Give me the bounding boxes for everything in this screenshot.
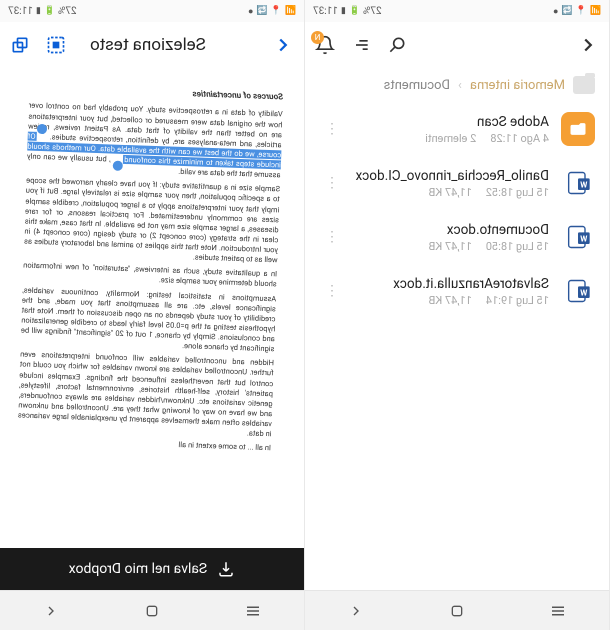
search-icon[interactable] bbox=[387, 35, 407, 55]
download-icon bbox=[217, 560, 235, 578]
breadcrumb[interactable]: Memoria interna › Documents bbox=[305, 68, 609, 102]
location-icon: 📍 bbox=[576, 6, 587, 16]
battery-text: 27% bbox=[58, 6, 77, 17]
doc-paragraph[interactable]: Hidden and uncontrolled variables will c… bbox=[17, 350, 274, 440]
nav-home-button[interactable] bbox=[437, 603, 477, 619]
copy-icon[interactable] bbox=[10, 35, 30, 55]
toolbar-title: Seleziona testo bbox=[82, 35, 256, 55]
wifi-icon: 📶 bbox=[285, 6, 296, 16]
file-size: 11,47 KB bbox=[428, 240, 471, 253]
docx-icon: W bbox=[561, 166, 595, 200]
system-nav-bar bbox=[0, 590, 304, 630]
sort-icon[interactable] bbox=[351, 35, 371, 55]
more-icon[interactable]: ⋮ bbox=[323, 229, 339, 245]
save-to-dropbox-button[interactable]: Salva nel mio Dropbox bbox=[0, 548, 304, 590]
more-icon[interactable]: ⋮ bbox=[323, 283, 339, 299]
battery-icon: 🔋 bbox=[44, 6, 55, 16]
docx-icon: W bbox=[561, 220, 595, 254]
select-all-icon[interactable] bbox=[46, 35, 66, 55]
signal-icon: ▮ bbox=[341, 6, 346, 16]
system-nav-bar bbox=[305, 590, 609, 630]
nav-recent-button[interactable] bbox=[538, 602, 578, 620]
svg-text:W: W bbox=[580, 288, 587, 298]
list-item[interactable]: W Danilo_Recchia_rinnovo_CI.docx 15 Lug … bbox=[309, 156, 609, 210]
file-date: 15 Lug 18:50 bbox=[486, 240, 549, 253]
nav-back-button[interactable] bbox=[336, 603, 376, 619]
file-size: 2 elementi bbox=[425, 132, 476, 145]
nav-home-button[interactable] bbox=[132, 603, 172, 619]
file-name: Documento.docx bbox=[351, 222, 549, 238]
chevron-right-icon: › bbox=[458, 78, 462, 93]
notification-badge: N bbox=[311, 31, 324, 44]
doc-paragraph[interactable]: Validity of data in a retrospective stud… bbox=[26, 101, 282, 181]
battery-text: 27% bbox=[363, 6, 382, 17]
document-viewer[interactable]: Sources of uncertainties Validity of dat… bbox=[0, 68, 304, 590]
list-item[interactable]: W SalvatoreAranzulla.it.docx 15 Lug 19:1… bbox=[309, 264, 609, 318]
breadcrumb-root[interactable]: Memoria interna bbox=[470, 78, 565, 93]
file-date: 15 Lug 19:14 bbox=[486, 294, 549, 307]
notifications-icon[interactable]: N bbox=[315, 35, 335, 55]
status-bar: 📶 📍 🔄 ● 27% 🔋 ▮ 11:37 bbox=[0, 0, 304, 22]
file-date: 4 Ago 11:28 bbox=[490, 132, 549, 145]
selection-handle-start[interactable] bbox=[37, 124, 47, 134]
svg-text:W: W bbox=[580, 234, 587, 244]
folder-icon bbox=[561, 112, 595, 146]
phone-left: 📶 📍 🔄 ● 27% 🔋 ▮ 11:37 Seleziona testo So… bbox=[0, 0, 305, 630]
notif-icon: ● bbox=[248, 6, 253, 17]
notif-icon: ● bbox=[553, 6, 558, 17]
save-label: Salva nel mio Dropbox bbox=[69, 561, 208, 577]
file-list[interactable]: Adobe Scan 4 Ago 11:28 2 elementi ⋮ W Da… bbox=[305, 102, 609, 590]
location-icon: 📍 bbox=[271, 6, 282, 16]
doc-heading: Sources of uncertainties bbox=[29, 84, 283, 104]
battery-icon: 🔋 bbox=[349, 6, 360, 16]
doc-paragraph[interactable]: Assumptions in statistical testing: Norm… bbox=[20, 285, 276, 355]
sync-icon: 🔄 bbox=[561, 6, 572, 16]
more-icon[interactable]: ⋮ bbox=[323, 175, 339, 191]
back-icon[interactable] bbox=[577, 34, 599, 56]
svg-text:W: W bbox=[580, 180, 587, 190]
document-page[interactable]: Sources of uncertainties Validity of dat… bbox=[0, 71, 304, 535]
file-name: SalvatoreAranzulla.it.docx bbox=[351, 276, 549, 292]
sync-icon: 🔄 bbox=[256, 6, 267, 16]
status-time: 11:37 bbox=[313, 6, 338, 17]
selection-handle-end[interactable] bbox=[113, 161, 123, 171]
file-size: 11,47 KB bbox=[428, 294, 471, 307]
wifi-icon: 📶 bbox=[590, 6, 601, 16]
nav-recent-button[interactable] bbox=[233, 602, 273, 620]
file-name: Adobe Scan bbox=[351, 114, 549, 130]
file-name: Danilo_Recchia_rinnovo_CI.docx bbox=[351, 168, 549, 184]
list-item[interactable]: W Documento.docx 15 Lug 18:50 11,47 KB ⋮ bbox=[309, 210, 609, 264]
file-size: 11,47 KB bbox=[428, 186, 471, 199]
doc-paragraph[interactable]: Sample size in a quantitative study: If … bbox=[24, 176, 281, 266]
nav-back-button[interactable] bbox=[31, 603, 71, 619]
back-icon[interactable] bbox=[272, 34, 294, 56]
list-item[interactable]: Adobe Scan 4 Ago 11:28 2 elementi ⋮ bbox=[309, 102, 609, 156]
status-bar: 📶 📍 🔄 ● 27% 🔋 ▮ 11:37 bbox=[305, 0, 609, 22]
file-date: 15 Lug 18:52 bbox=[486, 186, 549, 199]
text-select-toolbar: Seleziona testo bbox=[0, 22, 304, 68]
folder-icon bbox=[573, 76, 595, 94]
breadcrumb-current[interactable]: Documents bbox=[384, 78, 450, 93]
docx-icon: W bbox=[561, 274, 595, 308]
phone-right: 📶 📍 🔄 ● 27% 🔋 ▮ 11:37 N Memoria inter bbox=[305, 0, 610, 630]
signal-icon: ▮ bbox=[36, 6, 41, 16]
file-browser-toolbar: N bbox=[305, 22, 609, 68]
status-time: 11:37 bbox=[8, 6, 33, 17]
more-icon[interactable]: ⋮ bbox=[323, 121, 339, 137]
